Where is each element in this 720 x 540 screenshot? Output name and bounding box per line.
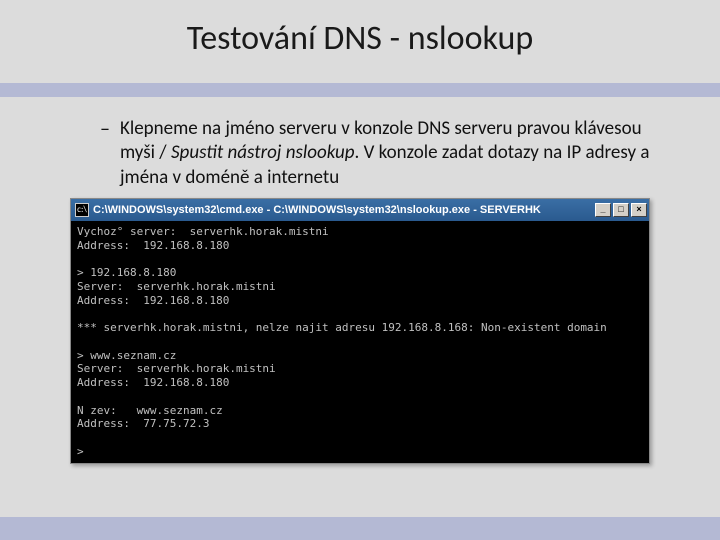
cmd-window: c:\ C:\WINDOWS\system32\cmd.exe - C:\WIN… bbox=[70, 198, 650, 464]
bullet-text: Klepneme na jméno serveru v konzole DNS … bbox=[120, 117, 670, 190]
close-button[interactable]: × bbox=[631, 203, 647, 217]
content-area: – Klepneme na jméno serveru v konzole DN… bbox=[0, 97, 720, 517]
title-band: Testování DNS - nslookup bbox=[0, 0, 720, 83]
terminal-output[interactable]: Vychoz° server: serverhk.horak.mistni Ad… bbox=[71, 221, 649, 463]
bullet-text-italic: Spustit nástroj nslookup bbox=[171, 141, 355, 164]
slide-title: Testování DNS - nslookup bbox=[0, 18, 720, 59]
cmd-icon: c:\ bbox=[75, 203, 89, 217]
maximize-button[interactable]: □ bbox=[613, 203, 629, 217]
window-controls: _ □ × bbox=[595, 203, 647, 217]
window-titlebar[interactable]: c:\ C:\WINDOWS\system32\cmd.exe - C:\WIN… bbox=[71, 199, 649, 221]
window-title: C:\WINDOWS\system32\cmd.exe - C:\WINDOWS… bbox=[93, 204, 595, 216]
minimize-button[interactable]: _ bbox=[595, 203, 611, 217]
slide: Testování DNS - nslookup – Klepneme na j… bbox=[0, 0, 720, 540]
bullet-item: – Klepneme na jméno serveru v konzole DN… bbox=[100, 117, 670, 190]
bullet-dash: – bbox=[100, 117, 110, 190]
